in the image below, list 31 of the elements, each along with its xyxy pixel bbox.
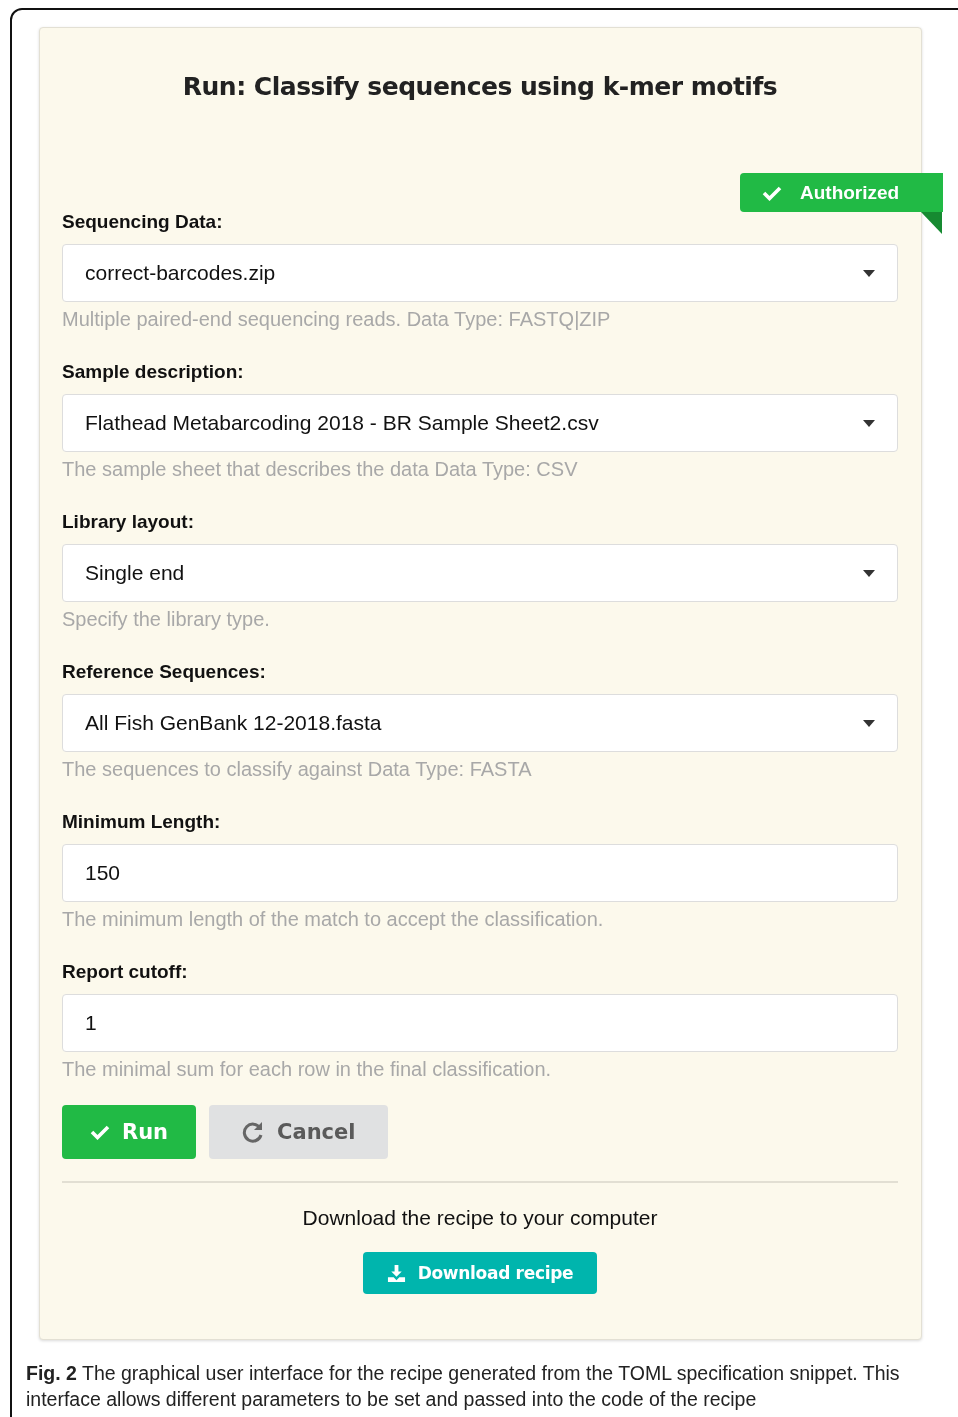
- dropdown[interactable]: Single end: [62, 544, 898, 602]
- input-field[interactable]: 150: [62, 844, 898, 902]
- caret-icon: [863, 419, 875, 427]
- dropdown[interactable]: All Fish GenBank 12-2018.fasta: [62, 694, 898, 752]
- figure-caption: Fig. 2 The graphical user interface for the recipe generated from the TOML specification snippet. This interface allows different parameters to be set and passed into the code of the recipe: [26, 1361, 901, 1412]
- cancel-button[interactable]: Cancel: [209, 1105, 388, 1159]
- field-label: Sequencing Data:: [62, 211, 224, 233]
- download-text: Download the recipe to your computer: [301, 1206, 659, 1230]
- dropdown[interactable]: correct-barcodes.zip: [62, 244, 898, 302]
- caret-icon: [863, 719, 875, 727]
- field-label: Reference Sequences:: [62, 661, 267, 683]
- field-label: Sample description:: [62, 361, 245, 383]
- help-text: The sequences to classify against Data Type: FASTA: [62, 758, 533, 781]
- help-text: The sample sheet that describes the data Data Type: CSV: [62, 458, 579, 481]
- help-text: Multiple paired-end sequencing reads. Data Type: FASTQ|ZIP: [62, 308, 612, 331]
- badge-label: Authorized: [800, 181, 900, 204]
- field-label: Report cutoff:: [62, 961, 189, 983]
- field-label: Library layout:: [62, 511, 195, 533]
- help-text: The minimal sum for each row in the final classification.: [62, 1058, 553, 1081]
- download-icon: [386, 1263, 406, 1283]
- ribbon-fold: [921, 212, 942, 234]
- check-icon: [90, 1124, 110, 1140]
- help-text: Specify the library type.: [62, 608, 271, 631]
- field-label: Minimum Length:: [62, 811, 222, 833]
- caret-icon: [863, 569, 875, 577]
- dropdown[interactable]: Flathead Metabarcoding 2018 - BR Sample Sheet2.csv: [62, 394, 898, 452]
- check-icon: [762, 184, 782, 201]
- caret-icon: [863, 269, 875, 277]
- help-text: The minimum length of the match to accept the classification.: [62, 908, 605, 931]
- form-title: Run: Classify sequences using k-mer motifs: [181, 72, 779, 101]
- input-field[interactable]: 1: [62, 994, 898, 1052]
